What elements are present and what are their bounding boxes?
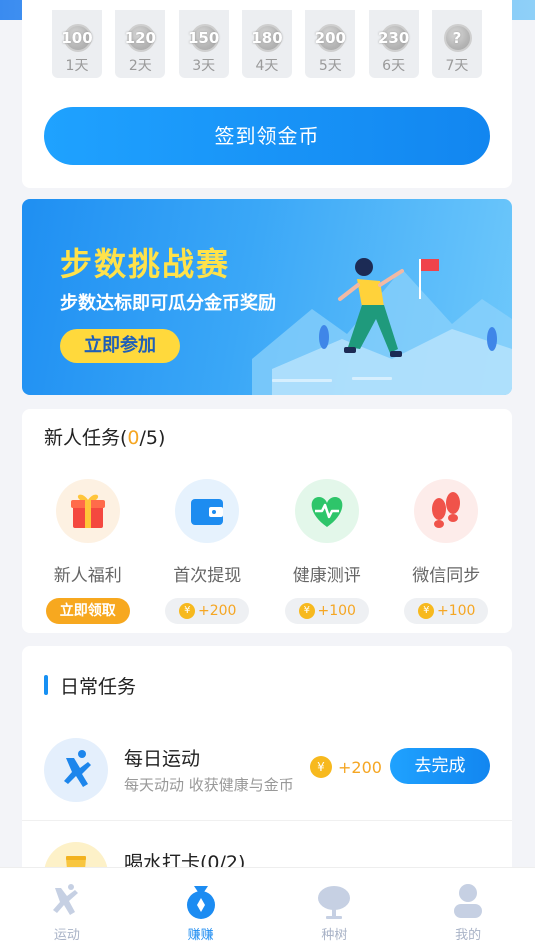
- join-now-button[interactable]: 立即参加: [60, 329, 180, 363]
- runner-icon: [52, 884, 78, 915]
- signin-day-7: ? 7天: [431, 10, 482, 78]
- footprints-icon: [414, 479, 479, 543]
- task-name: 新人福利: [53, 566, 122, 586]
- signin-day-label: 1天: [65, 58, 89, 74]
- wallet-icon: [175, 479, 240, 543]
- new-tasks-title: 新人任务(0/5): [44, 423, 165, 450]
- task-name: 健康测评: [292, 566, 361, 586]
- signin-day-2: 120 2天: [115, 10, 166, 78]
- banner-subtitle: 步数达标即可瓜分金币奖励: [60, 293, 276, 314]
- coin-icon: ¥: [179, 603, 196, 619]
- nav-item-mine[interactable]: 我的: [401, 868, 535, 951]
- task-reward: ¥ +100: [404, 598, 489, 624]
- coin-icon: ¥: [310, 756, 332, 778]
- signin-day-value: 120: [124, 29, 156, 47]
- new-task-first-withdraw[interactable]: 首次提现 ¥ +200: [151, 479, 263, 624]
- new-tasks-done-count: 0: [127, 427, 140, 449]
- signin-card: 100 1天 120 2天 150 3天 180 4天 200 5天 230 6…: [22, 0, 512, 188]
- coin-icon: ¥: [298, 603, 315, 619]
- new-tasks-row: 新人福利 立即领取 首次提现 ¥ +200 健康测评 ¥ +100 微信同步 ¥…: [22, 479, 512, 624]
- signin-day-label: 3天: [192, 58, 216, 74]
- daily-task-row[interactable]: 每日运动 每天动动 收获健康与金币 ¥ +200 去完成: [22, 720, 512, 820]
- new-task-welfare[interactable]: 新人福利 立即领取: [32, 479, 144, 624]
- banner-title: 步数挑战赛: [60, 245, 231, 283]
- task-reward-amount: +200: [198, 603, 237, 619]
- signin-day-3: 150 3天: [178, 10, 229, 78]
- signin-day-value: 230: [377, 29, 410, 47]
- signin-day-label: 4天: [255, 58, 279, 74]
- new-tasks-card: 新人任务(0/5) 新人福利 立即领取 首次提现 ¥ +200 健康测评 ¥ +…: [22, 409, 512, 633]
- nav-item-sport[interactable]: 运动: [0, 868, 134, 951]
- runner-illustration: [252, 258, 512, 395]
- signin-day-5: 200 5天: [305, 10, 356, 78]
- daily-tasks-title: 日常任务: [44, 672, 136, 699]
- signin-day-6: 230 6天: [368, 10, 419, 78]
- signin-day-value: 100: [61, 29, 93, 47]
- nav-item-tree[interactable]: 种树: [268, 868, 402, 951]
- signin-day-value: ?: [452, 29, 462, 47]
- task-reward: ¥ +200: [165, 598, 250, 624]
- new-tasks-title-suffix: /5): [139, 427, 166, 449]
- coin-icon: ¥: [418, 603, 435, 619]
- task-name: 首次提现: [173, 566, 242, 586]
- signin-day-value: 180: [251, 29, 283, 47]
- gift-icon: [55, 479, 120, 543]
- nav-label: 种树: [321, 928, 348, 943]
- signin-day-label: 5天: [318, 58, 342, 74]
- task-name: 微信同步: [412, 566, 481, 586]
- new-task-wechat-sync[interactable]: 微信同步 ¥ +100: [390, 479, 502, 624]
- nav-label: 我的: [455, 928, 482, 943]
- signin-day-label: 6天: [382, 58, 406, 74]
- daily-task-title: 每日运动: [124, 748, 201, 770]
- step-challenge-banner[interactable]: 步数挑战赛 步数达标即可瓜分金币奖励 立即参加: [22, 199, 512, 395]
- tree-icon: [318, 886, 351, 919]
- daily-task-reward-amount: +200: [338, 758, 382, 777]
- signin-day-value: 200: [314, 29, 346, 47]
- divider: [22, 820, 512, 821]
- signin-day-label: 7天: [445, 58, 469, 74]
- task-reward-amount: +100: [437, 603, 476, 619]
- go-complete-button[interactable]: 去完成: [390, 748, 490, 784]
- signin-day-4: 180 4天: [241, 10, 292, 78]
- claim-now-button[interactable]: 立即领取: [45, 598, 130, 624]
- profile-icon: [454, 884, 483, 918]
- daily-task-subtitle: 每天动动 收获健康与金币: [124, 776, 294, 794]
- new-tasks-title-prefix: 新人任务(: [44, 427, 128, 449]
- new-task-health-eval[interactable]: 健康测评 ¥ +100: [271, 479, 383, 624]
- nav-item-earn[interactable]: 赚赚: [134, 868, 268, 951]
- money-bag-icon: [186, 886, 215, 919]
- signin-day-1: 100 1天: [52, 10, 102, 78]
- task-reward: ¥ +100: [284, 598, 369, 624]
- nav-label: 赚赚: [187, 928, 214, 943]
- daily-task-reward: ¥ +200: [310, 756, 382, 778]
- signin-button[interactable]: 签到领金币: [44, 107, 490, 165]
- nav-label: 运动: [53, 928, 80, 943]
- heart-pulse-icon: [294, 479, 359, 543]
- signin-day-label: 2天: [128, 58, 152, 74]
- bottom-nav: 运动 赚赚 种树 我的: [0, 867, 535, 951]
- signin-days-row: 100 1天 120 2天 150 3天 180 4天 200 5天 230 6…: [52, 10, 482, 78]
- task-reward-amount: +100: [317, 603, 356, 619]
- signin-day-value: 150: [188, 29, 220, 47]
- runner-icon: [44, 738, 108, 802]
